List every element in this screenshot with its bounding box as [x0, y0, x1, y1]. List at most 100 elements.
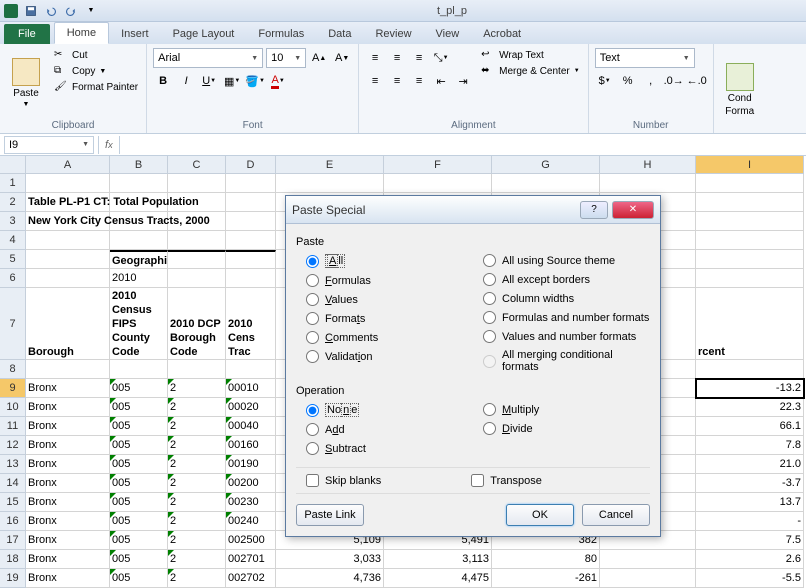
row-header[interactable]: 18	[0, 550, 26, 569]
cell[interactable]: -5.5	[696, 569, 804, 588]
paste-button[interactable]: Paste ▼	[6, 48, 46, 118]
ok-button[interactable]: OK	[506, 504, 574, 526]
cell[interactable]: 2	[168, 550, 226, 569]
paste-values-radio[interactable]: Values	[306, 293, 473, 306]
cell[interactable]: 005	[110, 493, 168, 512]
cell[interactable]: 2	[168, 436, 226, 455]
align-bottom-button[interactable]: ≡	[409, 48, 429, 68]
cell[interactable]	[168, 360, 226, 379]
italic-button[interactable]: I	[176, 71, 196, 91]
cell[interactable]	[696, 193, 804, 212]
cell[interactable]: Bronx	[26, 417, 110, 436]
paste-vnf-radio[interactable]: Values and number formats	[483, 330, 650, 343]
cell[interactable]	[696, 250, 804, 269]
cell[interactable]: 2	[168, 512, 226, 531]
cell[interactable]	[600, 550, 696, 569]
cell[interactable]: 00040	[226, 417, 276, 436]
cell[interactable]: 00230	[226, 493, 276, 512]
cell[interactable]	[696, 174, 804, 193]
cell[interactable]: 002701	[226, 550, 276, 569]
cell[interactable]: 80	[492, 550, 600, 569]
cell[interactable]: 66.1	[696, 417, 804, 436]
cell[interactable]: 005	[110, 436, 168, 455]
cell[interactable]: 2010	[110, 269, 168, 288]
row-header[interactable]: 19	[0, 569, 26, 588]
cell[interactable]	[600, 174, 696, 193]
transpose-checkbox[interactable]: Transpose	[471, 474, 542, 487]
cell[interactable]: Bronx	[26, 512, 110, 531]
cell[interactable]: -261	[492, 569, 600, 588]
cell[interactable]: 005	[110, 417, 168, 436]
percent-format-button[interactable]: %	[618, 71, 638, 91]
tab-formulas[interactable]: Formulas	[246, 24, 316, 44]
cell[interactable]: Bronx	[26, 398, 110, 417]
cell[interactable]	[226, 360, 276, 379]
cell[interactable]: 7.8	[696, 436, 804, 455]
underline-button[interactable]: U▼	[199, 71, 219, 91]
column-header-H[interactable]: H	[600, 156, 696, 174]
paste-borders-radio[interactable]: All except borders	[483, 273, 650, 286]
increase-indent-button[interactable]: ⇥	[453, 71, 473, 91]
cell[interactable]: 2	[168, 455, 226, 474]
cell[interactable]	[110, 174, 168, 193]
cell[interactable]: 2010 Census FIPS County Code	[110, 288, 168, 360]
tab-review[interactable]: Review	[363, 24, 423, 44]
row-header[interactable]: 3	[0, 212, 26, 231]
cell[interactable]	[492, 174, 600, 193]
cell[interactable]: Bronx	[26, 493, 110, 512]
accounting-format-button[interactable]: $▼	[595, 71, 615, 91]
cell[interactable]: 13.7	[696, 493, 804, 512]
cell[interactable]: rcent	[696, 288, 804, 360]
orientation-button[interactable]: ⤡▼	[431, 48, 451, 68]
decrease-decimal-button[interactable]: ←.0	[687, 71, 707, 91]
cell[interactable]	[226, 250, 276, 269]
borders-button[interactable]: ▦▼	[222, 71, 242, 91]
align-left-button[interactable]: ≡	[365, 71, 385, 91]
save-button[interactable]	[22, 3, 40, 19]
conditional-formatting-button[interactable]: Cond Forma	[720, 48, 760, 131]
column-header-F[interactable]: F	[384, 156, 492, 174]
cell[interactable]: Bronx	[26, 379, 110, 398]
row-header[interactable]: 2	[0, 193, 26, 212]
dialog-titlebar[interactable]: Paste Special ? ✕	[286, 196, 660, 224]
cell[interactable]: 2	[168, 493, 226, 512]
cell[interactable]: Borough	[26, 288, 110, 360]
row-header[interactable]: 10	[0, 398, 26, 417]
cell[interactable]: 3,113	[384, 550, 492, 569]
cell[interactable]	[26, 231, 110, 250]
row-header[interactable]: 14	[0, 474, 26, 493]
paste-all-radio[interactable]: All	[306, 254, 473, 268]
cancel-button[interactable]: Cancel	[582, 504, 650, 526]
cell[interactable]	[26, 269, 110, 288]
cell[interactable]: 2	[168, 531, 226, 550]
op-sub-radio[interactable]: Subtract	[306, 442, 473, 455]
cell[interactable]: 005	[110, 512, 168, 531]
number-format-combo[interactable]: Text▼	[595, 48, 695, 68]
cell[interactable]: 00200	[226, 474, 276, 493]
cell[interactable]: 2.6	[696, 550, 804, 569]
copy-button[interactable]: ⧉Copy▼	[52, 64, 140, 78]
cell[interactable]	[168, 174, 226, 193]
cell[interactable]: Bronx	[26, 474, 110, 493]
cell[interactable]: Bronx	[26, 455, 110, 474]
align-right-button[interactable]: ≡	[409, 71, 429, 91]
cell[interactable]: 00190	[226, 455, 276, 474]
tab-home[interactable]: Home	[54, 22, 109, 44]
cell[interactable]	[110, 360, 168, 379]
cell[interactable]: 2	[168, 474, 226, 493]
tab-page-layout[interactable]: Page Layout	[161, 24, 247, 44]
cell[interactable]	[26, 250, 110, 269]
cell[interactable]: 005	[110, 474, 168, 493]
cell[interactable]: Bronx	[26, 436, 110, 455]
cell[interactable]	[168, 269, 226, 288]
tab-view[interactable]: View	[424, 24, 472, 44]
row-header[interactable]: 12	[0, 436, 26, 455]
column-header-C[interactable]: C	[168, 156, 226, 174]
op-add-radio[interactable]: Add	[306, 423, 473, 436]
cell[interactable]: 3,033	[276, 550, 384, 569]
cell[interactable]	[226, 174, 276, 193]
cell[interactable]: 2	[168, 398, 226, 417]
cell[interactable]: Table PL-P1 CT: Total Population	[26, 193, 110, 212]
row-header[interactable]: 4	[0, 231, 26, 250]
cell[interactable]	[696, 212, 804, 231]
